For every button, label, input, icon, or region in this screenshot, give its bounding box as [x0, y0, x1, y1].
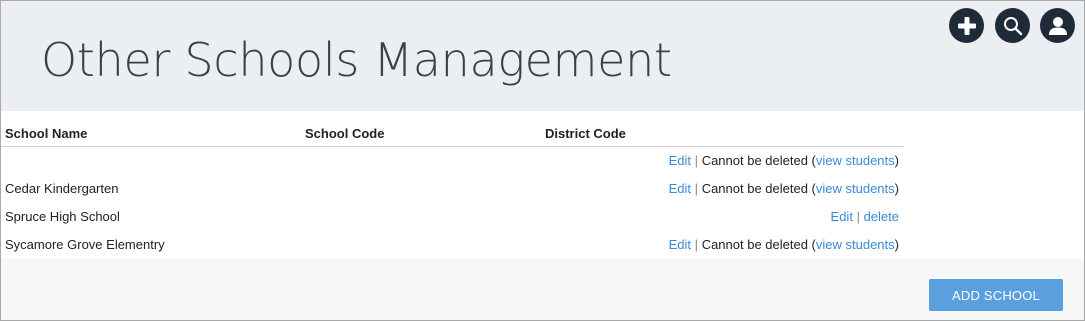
search-icon — [1003, 16, 1022, 35]
cannot-delete-note: Cannot be deleted ( — [701, 153, 816, 168]
row-actions: Edit | Cannot be deleted (view students) — [669, 181, 899, 196]
row-actions: Edit | delete — [831, 209, 899, 224]
separator: | — [856, 209, 860, 224]
table-row: Edit | Cannot be deleted (view students) — [1, 147, 904, 175]
column-header-school-name: School Name — [5, 126, 88, 141]
app-window: Other Schools Management School Name Sch… — [0, 0, 1085, 321]
edit-link[interactable]: Edit — [831, 209, 853, 224]
edit-link[interactable]: Edit — [669, 153, 691, 168]
school-name-cell: Sycamore Grove Elementry — [5, 237, 165, 252]
user-icon-button[interactable] — [1040, 8, 1075, 43]
user-icon — [1048, 16, 1067, 35]
edit-link[interactable]: Edit — [669, 181, 691, 196]
page-header: Other Schools Management — [1, 1, 1084, 111]
delete-link[interactable]: delete — [864, 209, 899, 224]
table-header: School Name School Code District Code — [1, 111, 904, 147]
row-actions: Edit | Cannot be deleted (view students) — [669, 237, 899, 252]
separator: | — [694, 153, 699, 168]
column-header-district-code: District Code — [545, 126, 626, 141]
edit-link[interactable]: Edit — [669, 237, 691, 252]
separator: | — [694, 237, 699, 252]
note-close: ) — [894, 181, 899, 196]
view-students-link[interactable]: view students — [816, 153, 895, 168]
school-name-cell: Spruce High School — [5, 209, 120, 224]
add-icon — [957, 16, 976, 35]
column-header-school-code: School Code — [305, 126, 385, 141]
row-actions: Edit | Cannot be deleted (view students) — [669, 153, 899, 168]
add-icon-button[interactable] — [949, 8, 984, 43]
page-title: Other Schools Management — [41, 33, 672, 87]
table-row: Sycamore Grove Elementry Edit | Cannot b… — [1, 231, 904, 259]
note-close: ) — [894, 153, 899, 168]
page-footer: ADD SCHOOL — [1, 259, 1084, 320]
cannot-delete-note: Cannot be deleted ( — [701, 237, 816, 252]
view-students-link[interactable]: view students — [816, 181, 895, 196]
cannot-delete-note: Cannot be deleted ( — [701, 181, 816, 196]
table-row: Spruce High School Edit | delete — [1, 203, 904, 231]
schools-table: School Name School Code District Code Ed… — [1, 111, 1084, 259]
view-students-link[interactable]: view students — [816, 237, 895, 252]
note-close: ) — [894, 237, 899, 252]
school-name-cell: Cedar Kindergarten — [5, 181, 119, 196]
table-row: Cedar Kindergarten Edit | Cannot be dele… — [1, 175, 904, 203]
separator: | — [694, 181, 699, 196]
add-school-button[interactable]: ADD SCHOOL — [929, 279, 1063, 311]
search-icon-button[interactable] — [995, 8, 1030, 43]
